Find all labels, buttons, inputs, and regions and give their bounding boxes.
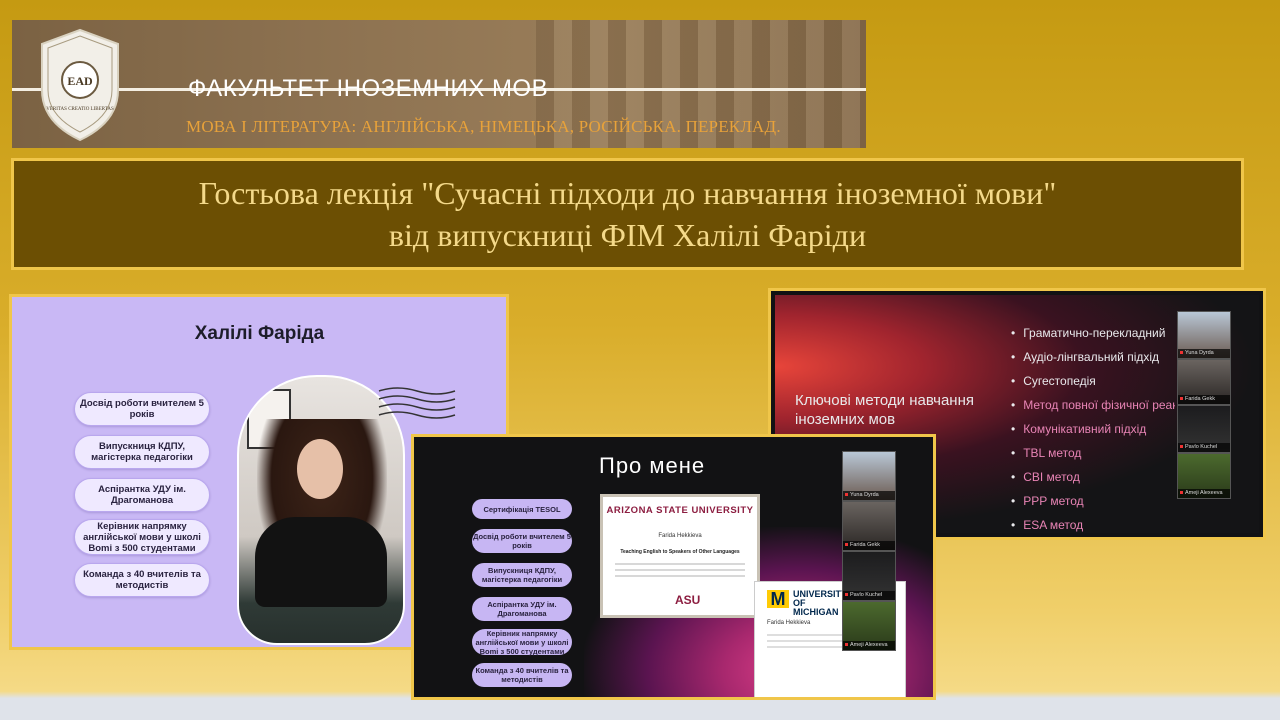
method-item: Комунікативний підхід (1011, 417, 1175, 441)
method-item: Метод повної фізичної реакції (1011, 393, 1175, 417)
method-item: ESA метод (1011, 513, 1175, 537)
participant-name: Ameji Alexeeva (1178, 489, 1230, 498)
profile-item: Досвід роботи вчителем 5 років (74, 392, 210, 426)
method-item: PPP метод (1011, 489, 1175, 513)
participant-name: Pavlo Kuchel (1178, 443, 1230, 452)
video-tile: Ameji Alexeeva (842, 601, 896, 651)
participant-name: Ameji Alexeeva (843, 641, 895, 650)
crest-logo-text: EAD (67, 74, 93, 88)
postmark-lines-icon (378, 387, 456, 419)
asu-certificate: ARIZONA STATE UNIVERSITY Farida Hekkieva… (600, 494, 760, 618)
speaker-name: Халілі Фаріда (194, 323, 325, 344)
profile-item: Керівник напрямку англійської мови у шко… (74, 519, 210, 555)
about-item: Сертифікація TESOL (472, 499, 572, 519)
about-item: Аспірантка УДУ ім. Драгоманова (472, 597, 572, 621)
lecture-title-line2: від випускниці ФІМ Халілі Фаріди (388, 217, 867, 253)
video-tile: Pavlo Kuchel (1177, 405, 1231, 453)
profile-item: Команда з 40 вчителів та методистів (74, 563, 210, 597)
participant-name: Pavlo Kuchel (843, 591, 895, 600)
method-item: Сугестопедія (1011, 369, 1175, 393)
video-tile: Ameji Alexeeva (1177, 453, 1231, 499)
method-item: TBL метод (1011, 441, 1175, 465)
methods-heading: Ключові методи навчання іноземних мов (795, 392, 974, 428)
faculty-subtitle: МОВА І ЛІТЕРАТУРА: АНГЛІЙСЬКА, НІМЕЦЬКА,… (186, 117, 781, 136)
crest-motto: VERITAS CREATIO LIBERTAS (46, 107, 114, 112)
about-item: Випускниця КДПУ, магістерка педагогіки (472, 563, 572, 587)
lecture-title-line1: Гостьова лекція "Сучасні підходи до навч… (198, 175, 1057, 211)
participant-name: Yuna Dyrda (843, 491, 895, 500)
participant-name: Farida Gekk (1178, 395, 1230, 404)
video-tile: Yuna Dyrda (1177, 311, 1231, 359)
profile-item: Аспірантка УДУ ім. Драгоманова (74, 478, 210, 512)
video-tile: Farida Gekk (842, 501, 896, 551)
video-tile: Farida Gekk (1177, 359, 1231, 405)
participant-name: Yuna Dyrda (1178, 349, 1230, 358)
video-tile: Pavlo Kuchel (842, 551, 896, 601)
faculty-banner: EAD VERITAS CREATIO LIBERTAS ФАКУЛЬТЕТ І… (12, 20, 866, 148)
lecture-title-box: Гостьова лекція "Сучасні підходи до навч… (11, 158, 1244, 270)
umich-recipient: Farida Hekkieva (767, 620, 811, 626)
faculty-title: ФАКУЛЬТЕТ ІНОЗЕМНИХ МОВ (188, 75, 549, 102)
asu-logo: ASU (675, 593, 701, 607)
participant-name: Farida Gekk (843, 541, 895, 550)
umich-logo-icon: M (767, 590, 789, 608)
about-me-slide: Про мене Сертифікація TESOL Досвід робот… (411, 434, 936, 700)
video-tile: Yuna Dyrda (842, 451, 896, 501)
university-crest-icon: EAD VERITAS CREATIO LIBERTAS (41, 28, 119, 142)
about-item: Досвід роботи вчителем 5 років (472, 529, 572, 553)
method-item: Граматично-перекладний (1011, 321, 1175, 345)
about-item: Керівник напрямку англійської мови у шко… (472, 629, 572, 656)
methods-list: Граматично-перекладний Аудіо-лінгвальний… (1011, 321, 1175, 537)
cert-course: Teaching English to Speakers of Other La… (620, 549, 740, 555)
about-me-title: Про мене (599, 453, 706, 478)
umich-name: UNIVERSITY OF MICHIGAN (793, 589, 847, 617)
method-item: CBI метод (1011, 465, 1175, 489)
about-item: Команда з 40 вчителів та методистів (472, 663, 572, 687)
method-item: Аудіо-лінгвальний підхід (1011, 345, 1175, 369)
cert-university: ARIZONA STATE UNIVERSITY (606, 505, 754, 516)
profile-item: Випускниця КДПУ, магістерка педагогіки (74, 435, 210, 469)
cert-recipient: Farida Hekkieva (658, 533, 702, 539)
